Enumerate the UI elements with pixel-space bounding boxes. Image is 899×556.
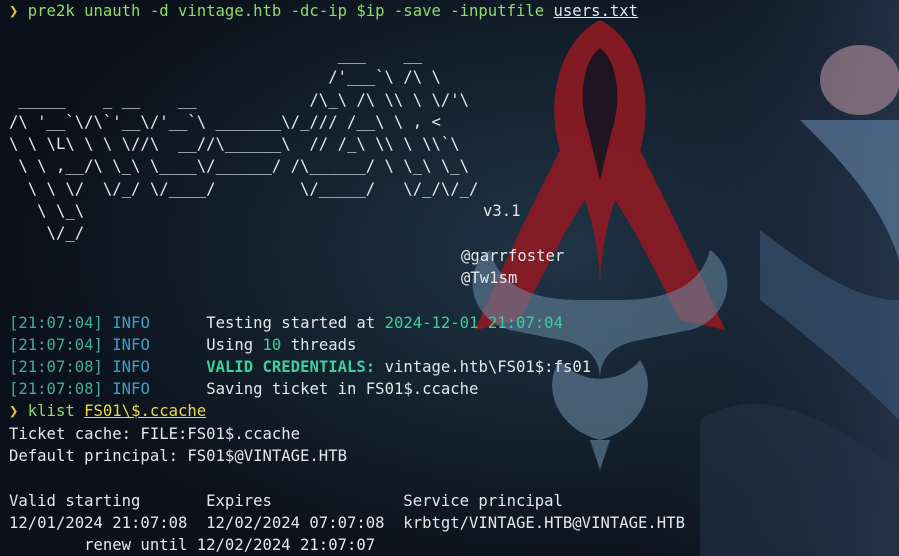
log-level: INFO	[112, 380, 150, 398]
version-label: v3.1	[483, 202, 521, 220]
log-timestamp: [21:07:08]	[9, 358, 103, 376]
log-timestamp: [21:07:04]	[9, 336, 103, 354]
log-line: [21:07:08] INFO Saving ticket in FS01$.c…	[9, 378, 478, 400]
log-message: Using	[206, 336, 263, 354]
author-tw1sm: @Tw1sm	[461, 269, 518, 287]
log-line: [21:07:04] INFO Using 10 threads	[9, 334, 356, 356]
log-line: [21:07:04] INFO Testing started at 2024-…	[9, 312, 563, 334]
log-level: INFO	[112, 336, 150, 354]
default-principal-line: Default principal: FS01$@VINTAGE.HTB	[9, 447, 347, 465]
prompt-arrow-icon: ❯	[9, 2, 19, 20]
log-timestamp: [21:07:04]	[9, 314, 103, 332]
log-line: [21:07:08] INFO VALID CREDENTIALS: vinta…	[9, 356, 591, 378]
command-line-pre2k: ❯ pre2k unauth -d vintage.htb -dc-ip $ip…	[9, 0, 638, 22]
log-timestamp: [21:07:08]	[9, 380, 103, 398]
pre2k-command: pre2k unauth -d vintage.htb -dc-ip $ip -…	[27, 2, 545, 20]
ccache-argument: FS01\$.ccache	[84, 402, 207, 420]
log-level: INFO	[112, 358, 150, 376]
log-message: Testing started at	[206, 314, 385, 332]
log-level: INFO	[112, 314, 150, 332]
ticket-table-row: 12/01/2024 21:07:08 12/02/2024 07:07:08 …	[9, 514, 685, 532]
ticket-cache-line: Ticket cache: FILE:FS01$.ccache	[9, 425, 301, 443]
log-message: Saving ticket in FS01$.ccache	[206, 380, 479, 398]
pre2k-ascii-banner: ___ __ /'___`\ /\ \ _____ _ __ __ /\_\ /…	[9, 46, 479, 243]
log-message-tail: vintage.htb\FS01$:fs01	[375, 358, 592, 376]
prompt-arrow-icon: ❯	[9, 402, 19, 420]
inputfile-argument: users.txt	[553, 2, 639, 20]
valid-credentials-label: VALID CREDENTIALS:	[206, 358, 376, 376]
ticket-renew-line: renew until 12/02/2024 21:07:07	[9, 536, 376, 554]
klist-command: klist	[27, 402, 75, 420]
log-message-tail: threads	[281, 336, 357, 354]
log-highlight: 2024-12-01 21:07:04	[384, 314, 563, 332]
log-highlight: 10	[262, 336, 282, 354]
command-line-klist: ❯ klist FS01\$.ccache	[9, 400, 206, 422]
terminal-output: ❯ pre2k unauth -d vintage.htb -dc-ip $ip…	[0, 0, 899, 556]
author-garrfoster: @garrfoster	[461, 247, 565, 265]
ticket-table-header: Valid starting Expires Service principal	[9, 492, 563, 510]
